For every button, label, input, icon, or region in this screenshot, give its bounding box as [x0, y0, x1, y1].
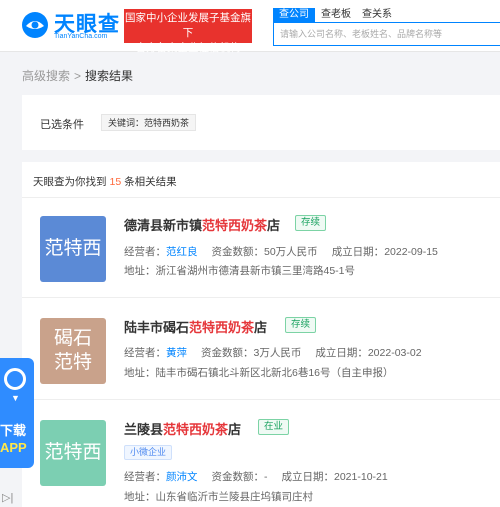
company-meta: 经营者：范红良 资金数额：50万人民币 成立日期：2022-09-15 [124, 244, 438, 259]
results-count: 15 [109, 176, 122, 188]
capital-label: 资金数额： [211, 471, 265, 483]
results-prefix: 天眼查为你找到 [33, 176, 107, 188]
company-name[interactable]: 兰陵县范特西奶茶店 [124, 419, 241, 438]
company-name[interactable]: 陆丰市碣石范特西奶茶店 [124, 317, 267, 336]
capital-label: 资金数额： [201, 347, 254, 359]
company-logo-thumb[interactable]: 范特西 [40, 216, 106, 282]
download-app-float[interactable]: ▼ 下载 APP [0, 358, 34, 468]
tab-company[interactable]: 查公司 [273, 8, 315, 22]
status-badge: 在业 [258, 419, 290, 435]
company-address: 地址：陆丰市碣石镇北斗新区北新北6巷16号（自主申报） [124, 365, 394, 380]
tianyancha-logo[interactable]: 天眼查 TianYanCha.com [20, 8, 120, 44]
address-value: 陆丰市碣石镇北斗新区北新北6巷16号（自主申报） [155, 367, 394, 379]
app-label: APP [0, 440, 27, 455]
download-label: 下载 [0, 423, 27, 438]
breadcrumb-current: 搜索结果 [85, 69, 134, 83]
company-name-suffix: 店 [254, 320, 268, 335]
tab-boss[interactable]: 查老板 [321, 8, 351, 22]
legal-person-link[interactable]: 黄萍 [166, 347, 187, 359]
date-label: 成立日期： [315, 347, 368, 359]
address-label: 地址： [124, 265, 156, 277]
company-name-prefix: 德清县新市镇 [124, 218, 203, 233]
banner-line-1: 国家中小企业发展子基金旗下 [125, 12, 251, 39]
tab-relation[interactable]: 查关系 [362, 8, 392, 22]
keyword-filter-tag[interactable]: 关键词：范特西奶茶 [101, 114, 197, 131]
date-value: 2021-10-21 [334, 471, 388, 483]
company-logo-thumb[interactable]: 碣石范特 [40, 318, 106, 384]
company-name-highlight: 范特西奶茶 [189, 320, 255, 335]
company-name-prefix: 兰陵县 [124, 422, 164, 437]
date-label: 成立日期： [331, 246, 385, 258]
legal-label: 经营者： [124, 246, 166, 258]
date-value: 2022-09-15 [384, 246, 438, 258]
banner-line-2: 官方备案企业征信机构 [135, 42, 241, 54]
results-summary: 天眼查为你找到 15 条相关结果 [33, 174, 177, 189]
capital-label: 资金数额： [211, 246, 265, 258]
filter-panel: 已选条件 关键词：范特西奶茶 [22, 95, 500, 150]
breadcrumb: 高级搜索 > 搜索结果 [22, 67, 133, 84]
official-banner: 国家中小企业发展子基金旗下 官方备案企业征信机构 [124, 9, 252, 54]
company-name[interactable]: 德清县新市镇范特西奶茶店 [124, 215, 280, 234]
result-item[interactable]: 范特西 兰陵县范特西奶茶店 在业 小微企业 经营者：颜沛文 资金数额：- 成立日期：… [22, 402, 500, 507]
status-badge: 存续 [285, 317, 317, 333]
breadcrumb-advanced-search[interactable]: 高级搜索 [22, 69, 70, 83]
address-value: 山东省临沂市兰陵县庄坞镇司庄村 [155, 491, 314, 503]
small-micro-enterprise-tag: 小微企业 [124, 445, 173, 460]
company-name-highlight: 范特西奶茶 [163, 422, 229, 437]
top-header: 天眼查 TianYanCha.com 国家中小企业发展子基金旗下 官方备案企业征… [0, 0, 500, 54]
address-value: 浙江省湖州市德清县新市镇三里湾路45-1号 [155, 265, 356, 277]
divider [22, 399, 500, 400]
company-name-suffix: 店 [228, 422, 242, 437]
company-name-highlight: 范特西奶茶 [202, 218, 268, 233]
status-badge: 存续 [295, 215, 327, 231]
date-value: 2022-03-02 [367, 347, 422, 359]
company-meta: 经营者：黄萍 资金数额：3万人民币 成立日期：2022-03-02 [124, 345, 422, 360]
download-app-label[interactable]: 下载 APP [0, 410, 34, 468]
search-box [273, 22, 500, 46]
eye-logo-icon [22, 12, 48, 38]
address-label: 地址： [124, 491, 156, 503]
company-address: 地址：山东省临沂市兰陵县庄坞镇司庄村 [124, 489, 313, 504]
results-panel: 天眼查为你找到 15 条相关结果 范特西 德清县新市镇范特西奶茶店 存续 经营者：范… [22, 162, 500, 507]
logo-subtext: TianYanCha.com [54, 33, 108, 40]
company-address: 地址：浙江省湖州市德清县新市镇三里湾路45-1号 [124, 263, 355, 278]
breadcrumb-separator: > [74, 69, 82, 83]
legal-person-link[interactable]: 范红良 [166, 246, 198, 258]
legal-label: 经营者： [124, 471, 166, 483]
legal-person-link[interactable]: 颜沛文 [166, 471, 198, 483]
capital-value: 50万人民币 [264, 246, 318, 258]
company-meta: 经营者：颜沛文 资金数额：- 成立日期：2021-10-21 [124, 469, 388, 484]
search-input[interactable] [274, 23, 500, 45]
divider [22, 297, 500, 298]
company-name-suffix: 店 [267, 218, 281, 233]
capital-value: - [264, 471, 268, 483]
capital-value: 3万人民币 [253, 347, 302, 359]
legal-label: 经营者： [124, 347, 166, 359]
result-item[interactable]: 范特西 德清县新市镇范特西奶茶店 存续 经营者：范红良 资金数额：50万人民币 成立… [22, 198, 500, 298]
company-name-prefix: 陆丰市碣石 [124, 320, 190, 335]
address-label: 地址： [124, 367, 156, 379]
company-logo-thumb[interactable]: 范特西 [40, 420, 106, 486]
filter-label: 已选条件 [40, 119, 84, 131]
result-item[interactable]: 碣石范特 陆丰市碣石范特西奶茶店 存续 经营者：黄萍 资金数额：3万人民币 成立日期… [22, 300, 500, 400]
app-download-icon[interactable]: ▼ [0, 358, 34, 410]
date-label: 成立日期： [281, 471, 335, 483]
collapse-icon[interactable]: ▷| [2, 491, 13, 504]
results-suffix: 条相关结果 [124, 176, 177, 188]
